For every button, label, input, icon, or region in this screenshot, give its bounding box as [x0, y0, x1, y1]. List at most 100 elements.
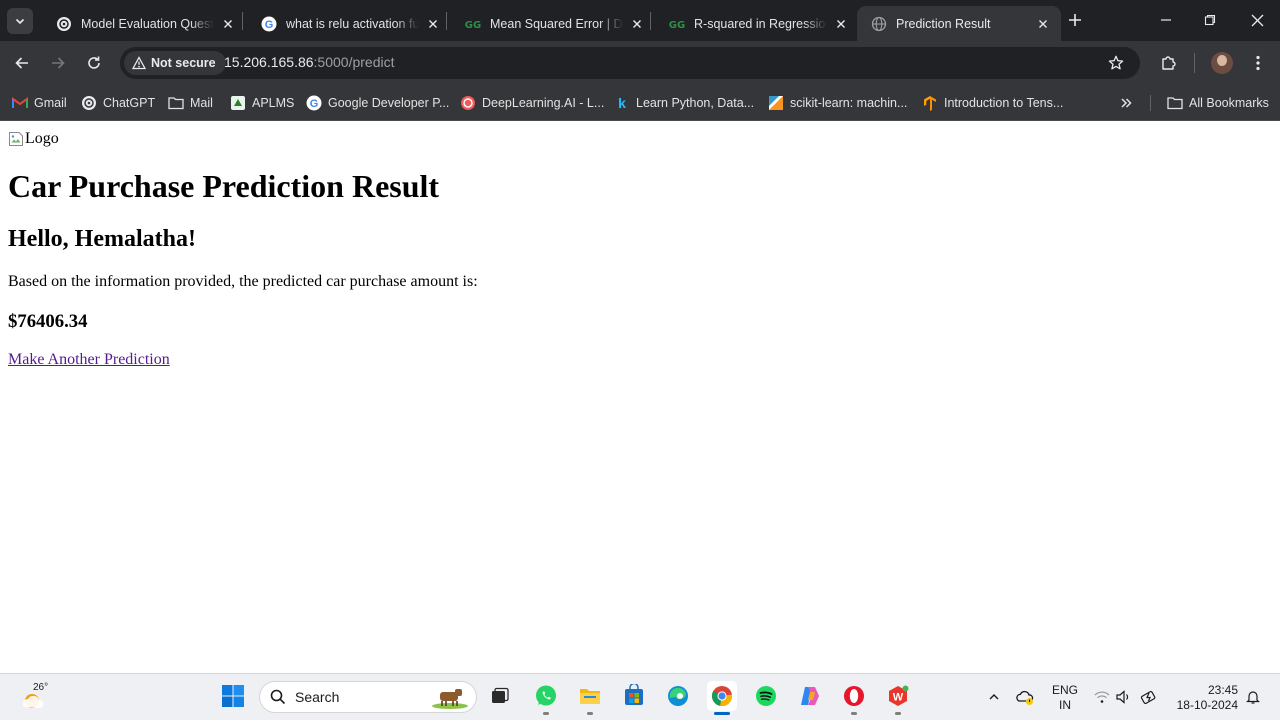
- reload-button[interactable]: [82, 51, 106, 75]
- window-close-button[interactable]: [1245, 8, 1269, 32]
- bookmark-label: APLMS: [252, 96, 295, 110]
- bookmark-google-developer[interactable]: G Google Developer P...: [306, 93, 449, 113]
- language-code: ENG: [1052, 683, 1079, 697]
- logo-image: Logo: [8, 130, 59, 148]
- taskbar-search[interactable]: Search: [259, 681, 477, 713]
- extensions-button[interactable]: [1157, 51, 1181, 75]
- bookmark-aplms[interactable]: APLMS: [230, 93, 294, 113]
- opera-icon: [844, 686, 864, 706]
- tab-title: Model Evaluation Questic: [81, 16, 214, 31]
- toolbar-divider: [1194, 53, 1195, 73]
- bookmark-deeplearning-ai[interactable]: DeepLearning.AI - L...: [460, 93, 604, 113]
- restore-icon: [1204, 14, 1216, 26]
- svg-text:G: G: [265, 19, 274, 31]
- close-icon[interactable]: [425, 16, 441, 32]
- close-icon[interactable]: [629, 16, 645, 32]
- tab-search-button[interactable]: [7, 8, 33, 34]
- url-text[interactable]: 15.206.165.86:5000/predict: [224, 54, 394, 70]
- minimize-icon: [1161, 19, 1171, 21]
- bookmarks-overflow-button[interactable]: [1116, 93, 1136, 113]
- make-another-prediction-link[interactable]: Make Another Prediction: [8, 351, 170, 369]
- tab-prediction-result[interactable]: Prediction Result: [857, 6, 1061, 41]
- back-button[interactable]: [10, 51, 34, 75]
- file-explorer-app[interactable]: [575, 681, 605, 715]
- address-bar[interactable]: Not secure 15.206.165.86:5000/predict: [120, 47, 1140, 79]
- bookmark-gmail[interactable]: Gmail: [12, 93, 67, 113]
- microsoft-store-app[interactable]: [619, 681, 649, 711]
- whatsapp-app[interactable]: [531, 681, 561, 715]
- chevron-down-icon: [15, 18, 25, 25]
- deeplearning-icon: [460, 95, 476, 111]
- close-icon[interactable]: [1035, 16, 1051, 32]
- close-icon[interactable]: [220, 16, 236, 32]
- wifi-tray[interactable]: [1093, 688, 1111, 706]
- onedrive-tray[interactable]: [1016, 688, 1034, 706]
- windows-logo-icon: [222, 685, 244, 707]
- page-title: Car Purchase Prediction Result: [8, 168, 440, 204]
- volume-tray[interactable]: [1115, 688, 1133, 706]
- whatsapp-icon: [536, 685, 556, 706]
- tab-title: Prediction Result: [896, 16, 991, 31]
- bookmark-scikit-learn[interactable]: scikit-learn: machin...: [768, 93, 907, 113]
- spotify-icon: [756, 686, 776, 706]
- wps-icon: W: [889, 685, 909, 706]
- restore-button[interactable]: [1198, 8, 1222, 32]
- all-bookmarks-label: All Bookmarks: [1189, 96, 1269, 110]
- bookmark-tensorflow[interactable]: Introduction to Tens...: [922, 93, 1063, 113]
- url-host: 15.206.165.86: [224, 54, 314, 70]
- result-description: Based on the information provided, the p…: [8, 273, 478, 290]
- arrow-left-icon: [15, 57, 28, 69]
- battery-tray[interactable]: [1140, 688, 1158, 706]
- show-hidden-icons-button[interactable]: [985, 688, 1003, 706]
- task-view-button[interactable]: [485, 681, 515, 711]
- spotify-app[interactable]: [751, 681, 781, 711]
- notification-center-button[interactable]: [1244, 688, 1262, 706]
- chatgpt-icon: [81, 95, 97, 111]
- profile-avatar[interactable]: [1211, 52, 1233, 74]
- input-language-indicator[interactable]: ENG IN: [1052, 683, 1078, 713]
- start-button[interactable]: [218, 681, 248, 711]
- tab-mean-squared-error[interactable]: GG Mean Squared Error | Del: [451, 6, 655, 41]
- cloud-warning-icon: [1016, 690, 1034, 705]
- bookmark-kaggle[interactable]: k Learn Python, Data...: [614, 93, 754, 113]
- temperature-label: 26°: [33, 682, 49, 693]
- plus-icon: [1069, 14, 1081, 26]
- globe-icon: [871, 16, 887, 32]
- all-bookmarks-button[interactable]: All Bookmarks: [1167, 93, 1269, 113]
- running-indicator: [587, 712, 593, 715]
- tab-r-squared[interactable]: GG R-squared in Regression: [655, 6, 859, 41]
- bookmark-label: Introduction to Tens...: [944, 96, 1064, 110]
- geeksforgeeks-icon: GG: [465, 16, 481, 32]
- chrome-icon: [711, 686, 733, 707]
- chrome-app[interactable]: [707, 681, 737, 715]
- bookmark-mail-folder[interactable]: Mail: [168, 93, 213, 113]
- opera-app[interactable]: [839, 681, 869, 715]
- wps-office-app[interactable]: W: [883, 681, 913, 715]
- tab-model-evaluation[interactable]: Model Evaluation Questic: [42, 6, 246, 41]
- new-tab-button[interactable]: [1064, 9, 1086, 31]
- system-clock[interactable]: 23:45 18-10-2024: [1174, 683, 1238, 713]
- minimize-button[interactable]: [1154, 8, 1178, 32]
- bookmark-star-button[interactable]: [1106, 53, 1126, 73]
- edge-app[interactable]: [663, 681, 693, 711]
- tab-separator: [446, 12, 447, 30]
- bookmark-chatgpt[interactable]: ChatGPT: [81, 93, 155, 113]
- clock-time: 23:45: [1207, 683, 1238, 697]
- star-icon: [1108, 55, 1124, 70]
- aplms-icon: [230, 95, 246, 111]
- bookmark-label: Mail: [190, 96, 213, 110]
- close-icon[interactable]: [833, 16, 849, 32]
- chevron-up-icon: [989, 694, 999, 700]
- forward-button[interactable]: [46, 51, 70, 75]
- tab-relu-search[interactable]: G what is relu activation fur: [247, 6, 451, 41]
- task-view-icon: [492, 687, 509, 703]
- reload-icon: [88, 56, 100, 69]
- kaggle-icon: k: [614, 95, 630, 111]
- tab-title: R-squared in Regression: [694, 16, 827, 31]
- copilot-app[interactable]: [795, 681, 825, 711]
- tensorflow-icon: [922, 95, 938, 111]
- folder-icon: [580, 689, 600, 704]
- arrow-right-icon: [52, 57, 65, 69]
- chrome-menu-button[interactable]: [1246, 51, 1270, 75]
- security-chip[interactable]: Not secure: [124, 51, 226, 75]
